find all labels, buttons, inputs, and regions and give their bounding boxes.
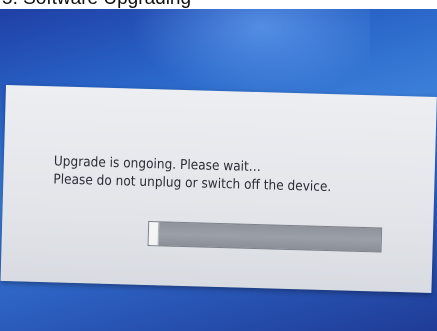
- progress-bar-fill: [148, 222, 160, 246]
- page-heading: 5. Software Upgrading: [2, 0, 191, 9]
- upgrade-dialog: Upgrade is ongoing. Please wait… Please …: [0, 85, 437, 293]
- dialog-message: Upgrade is ongoing. Please wait… Please …: [53, 152, 378, 197]
- tv-screen: Upgrade is ongoing. Please wait… Please …: [0, 9, 437, 331]
- screen-glare: [130, 9, 370, 99]
- upgrade-progress-bar: [147, 221, 383, 253]
